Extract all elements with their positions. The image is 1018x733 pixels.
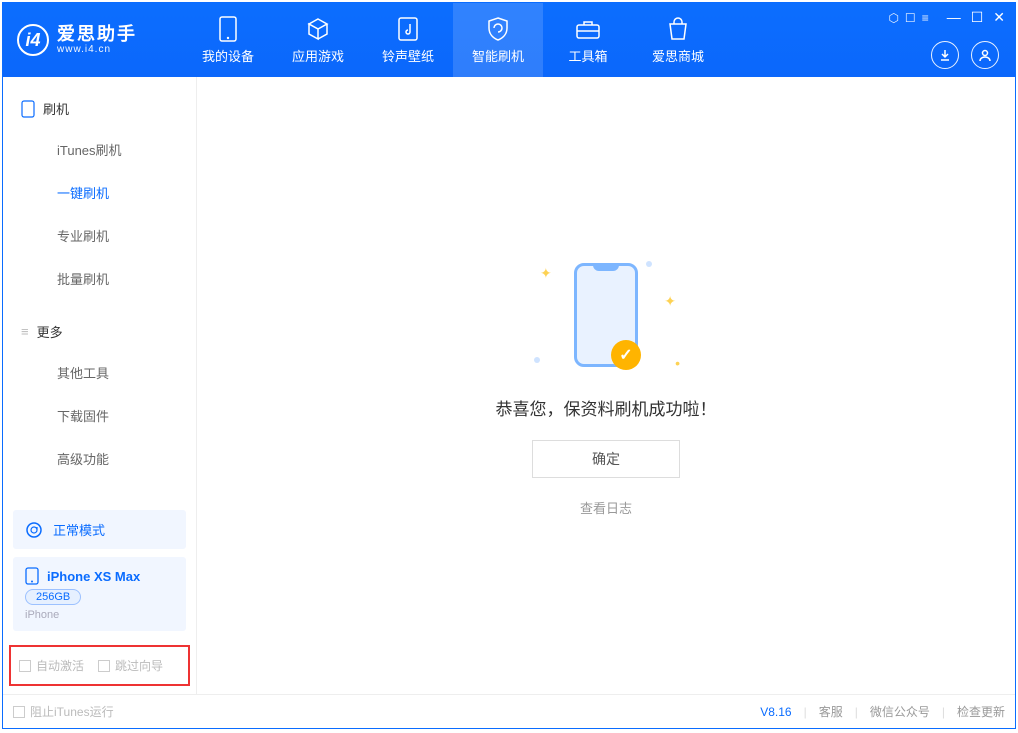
sidebar-section-flash: 刷机 iTunes刷机 一键刷机 专业刷机 批量刷机	[3, 77, 196, 300]
footer-left: 阻止iTunes运行	[13, 703, 114, 720]
sync-icon	[25, 521, 43, 539]
music-file-icon	[395, 16, 421, 42]
tab-ringtones[interactable]: 铃声壁纸	[363, 3, 453, 77]
device-type: iPhone	[25, 609, 59, 621]
app-name: 爱思助手	[57, 25, 137, 45]
checkbox-label: 跳过向导	[115, 657, 163, 674]
download-button[interactable]	[931, 41, 959, 69]
checkbox-skip-guide[interactable]: 跳过向导	[98, 657, 163, 674]
device-top: iPhone XS Max	[25, 567, 140, 585]
separator: |	[942, 705, 945, 719]
tab-label: 应用游戏	[292, 46, 344, 65]
tab-label: 工具箱	[568, 46, 607, 65]
checkbox-icon	[98, 660, 110, 672]
footer-bar: 阻止iTunes运行 V8.16 | 客服 | 微信公众号 | 检查更新	[3, 694, 1015, 728]
header-account	[931, 41, 999, 69]
section-title: 刷机	[43, 99, 69, 118]
cube-icon	[305, 16, 331, 42]
sidebar-item-oneclick[interactable]: 一键刷机	[3, 171, 196, 214]
header-bar: i4 爱思助手 www.i4.cn 我的设备 应用游戏 铃声壁纸 智能刷机	[3, 3, 1015, 77]
app-window: i4 爱思助手 www.i4.cn 我的设备 应用游戏 铃声壁纸 智能刷机	[2, 2, 1016, 729]
tab-store[interactable]: 爱思商城	[633, 3, 723, 77]
checkbox-auto-activate[interactable]: 自动激活	[19, 657, 84, 674]
tab-label: 智能刷机	[472, 46, 524, 65]
section-title: 更多	[37, 322, 63, 341]
options-highlight-box: 自动激活 跳过向导	[9, 645, 190, 686]
header-utility-icons: ⬡ ☐ ≡	[888, 11, 928, 25]
checkmark-badge-icon: ✓	[611, 340, 641, 370]
logo-icon: i4	[17, 24, 49, 56]
tab-label: 爱思商城	[652, 46, 704, 65]
device-panel: 正常模式 iPhone XS Max 256GB iPhone	[3, 510, 196, 639]
device-name: iPhone XS Max	[47, 569, 140, 584]
sparkle-icon: ✦	[664, 293, 676, 310]
phone-icon	[25, 567, 39, 585]
logo-section: i4 爱思助手 www.i4.cn	[3, 24, 183, 56]
checkbox-label: 自动激活	[36, 657, 84, 674]
link-wechat[interactable]: 微信公众号	[870, 703, 930, 720]
checkbox-label: 阻止iTunes运行	[30, 703, 114, 720]
footer-right: V8.16 | 客服 | 微信公众号 | 检查更新	[760, 703, 1005, 720]
success-illustration: ✦ ✦ • ✓	[526, 255, 686, 375]
device-card[interactable]: iPhone XS Max 256GB iPhone	[13, 557, 186, 631]
main-tabs: 我的设备 应用游戏 铃声壁纸 智能刷机 工具箱 爱思商城	[183, 3, 723, 77]
checkbox-icon	[13, 706, 25, 718]
header-right: ⬡ ☐ ≡ ― ☐ ✕	[888, 9, 1005, 26]
checkbox-icon	[19, 660, 31, 672]
dot-icon	[646, 261, 652, 267]
sidebar-item-batch[interactable]: 批量刷机	[3, 257, 196, 300]
logo-text: 爱思助手 www.i4.cn	[57, 25, 137, 56]
success-message: 恭喜您，保资料刷机成功啦！	[496, 395, 717, 420]
body: 刷机 iTunes刷机 一键刷机 专业刷机 批量刷机 ≡ 更多 其他工具 下载固…	[3, 77, 1015, 694]
app-url: www.i4.cn	[57, 44, 137, 55]
phone-graphic: ✓	[574, 263, 638, 367]
status-text: 正常模式	[53, 520, 105, 539]
dot-icon	[534, 357, 540, 363]
sidebar-item-firmware[interactable]: 下载固件	[3, 394, 196, 437]
separator: |	[804, 705, 807, 719]
window-controls: ― ☐ ✕	[947, 9, 1005, 26]
minimize-button[interactable]: ―	[947, 9, 961, 26]
device-icon	[215, 16, 241, 42]
sidebar-item-other[interactable]: 其他工具	[3, 351, 196, 394]
sidebar-item-advanced[interactable]: 高级功能	[3, 437, 196, 480]
list-icon: ≡	[21, 324, 29, 339]
sidebar-item-pro[interactable]: 专业刷机	[3, 214, 196, 257]
device-capacity: 256GB	[25, 589, 81, 605]
sparkle-icon: •	[675, 355, 680, 371]
main-content: ✦ ✦ • ✓ 恭喜您，保资料刷机成功啦！ 确定 查看日志	[197, 77, 1015, 694]
bag-icon	[665, 16, 691, 42]
close-button[interactable]: ✕	[993, 9, 1005, 26]
sparkle-icon: ✦	[540, 265, 552, 282]
tab-my-device[interactable]: 我的设备	[183, 3, 273, 77]
tab-label: 铃声壁纸	[382, 46, 434, 65]
shield-refresh-icon	[485, 16, 511, 42]
toolbox-icon	[575, 16, 601, 42]
view-log-link[interactable]: 查看日志	[580, 498, 632, 517]
sidebar-header-more: ≡ 更多	[3, 312, 196, 351]
menu-icon[interactable]: ≡	[922, 11, 929, 25]
maximize-button[interactable]: ☐	[971, 9, 984, 26]
separator: |	[855, 705, 858, 719]
version-text: V8.16	[760, 705, 791, 719]
tab-label: 我的设备	[202, 46, 254, 65]
box-icon[interactable]: ☐	[905, 11, 916, 25]
tab-smart-flash[interactable]: 智能刷机	[453, 3, 543, 77]
phone-outline-icon	[21, 100, 35, 118]
link-support[interactable]: 客服	[819, 703, 843, 720]
tshirt-icon[interactable]: ⬡	[888, 11, 898, 25]
tab-toolbox[interactable]: 工具箱	[543, 3, 633, 77]
sidebar-item-itunes[interactable]: iTunes刷机	[3, 128, 196, 171]
sidebar-header-flash: 刷机	[3, 89, 196, 128]
sidebar-section-more: ≡ 更多 其他工具 下载固件 高级功能	[3, 300, 196, 480]
status-card[interactable]: 正常模式	[13, 510, 186, 549]
confirm-button[interactable]: 确定	[532, 440, 680, 478]
checkbox-block-itunes[interactable]: 阻止iTunes运行	[13, 703, 114, 720]
sidebar: 刷机 iTunes刷机 一键刷机 专业刷机 批量刷机 ≡ 更多 其他工具 下载固…	[3, 77, 197, 694]
user-button[interactable]	[971, 41, 999, 69]
tab-apps-games[interactable]: 应用游戏	[273, 3, 363, 77]
link-update[interactable]: 检查更新	[957, 703, 1005, 720]
